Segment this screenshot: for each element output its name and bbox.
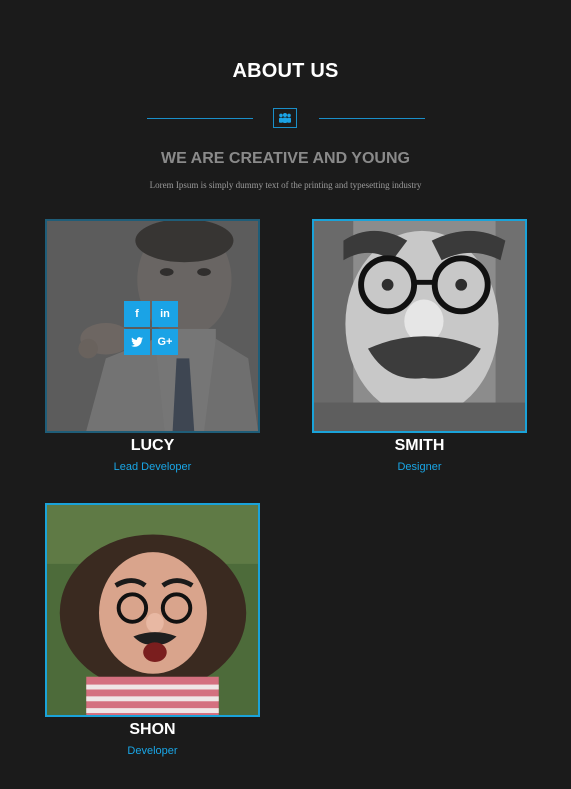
- section-title: ABOUT US: [232, 60, 339, 82]
- member-role: Lead Developer: [113, 461, 192, 473]
- team-icon: [273, 108, 297, 128]
- member-name: SMITH: [394, 437, 445, 454]
- section-subtitle: WE ARE CREATIVE AND YOUNG: [161, 150, 410, 167]
- member-name: SHON: [129, 721, 176, 738]
- member-name: LUCY: [130, 437, 175, 454]
- team-photo[interactable]: f in G+: [45, 219, 260, 433]
- divider-line-right: [319, 118, 425, 119]
- section-description: Lorem Ipsum is simply dummy text of the …: [149, 180, 422, 190]
- linkedin-icon[interactable]: in: [152, 301, 178, 327]
- divider-line-left: [147, 118, 253, 119]
- team-photo[interactable]: [45, 503, 260, 717]
- facebook-icon[interactable]: f: [124, 301, 150, 327]
- team-card-lucy[interactable]: f in G+ LUCY Lead Developer: [45, 219, 260, 473]
- twitter-icon[interactable]: [124, 329, 150, 355]
- member-role: Developer: [127, 745, 178, 757]
- social-links: f in G+: [124, 301, 180, 355]
- title-divider: [0, 108, 571, 130]
- team-card-smith[interactable]: SMITH Designer: [312, 219, 527, 473]
- woman-with-fake-nose-glasses-photo: [47, 505, 258, 715]
- team-photo[interactable]: [312, 219, 527, 433]
- man-with-fake-nose-glasses-photo: [314, 221, 525, 431]
- about-us-section: ABOUT US WE ARE CREATIVE AND YOUNG Lorem…: [0, 0, 571, 789]
- member-role: Designer: [397, 461, 442, 473]
- team-card-shon[interactable]: SHON Developer: [45, 503, 260, 757]
- googleplus-icon[interactable]: G+: [152, 329, 178, 355]
